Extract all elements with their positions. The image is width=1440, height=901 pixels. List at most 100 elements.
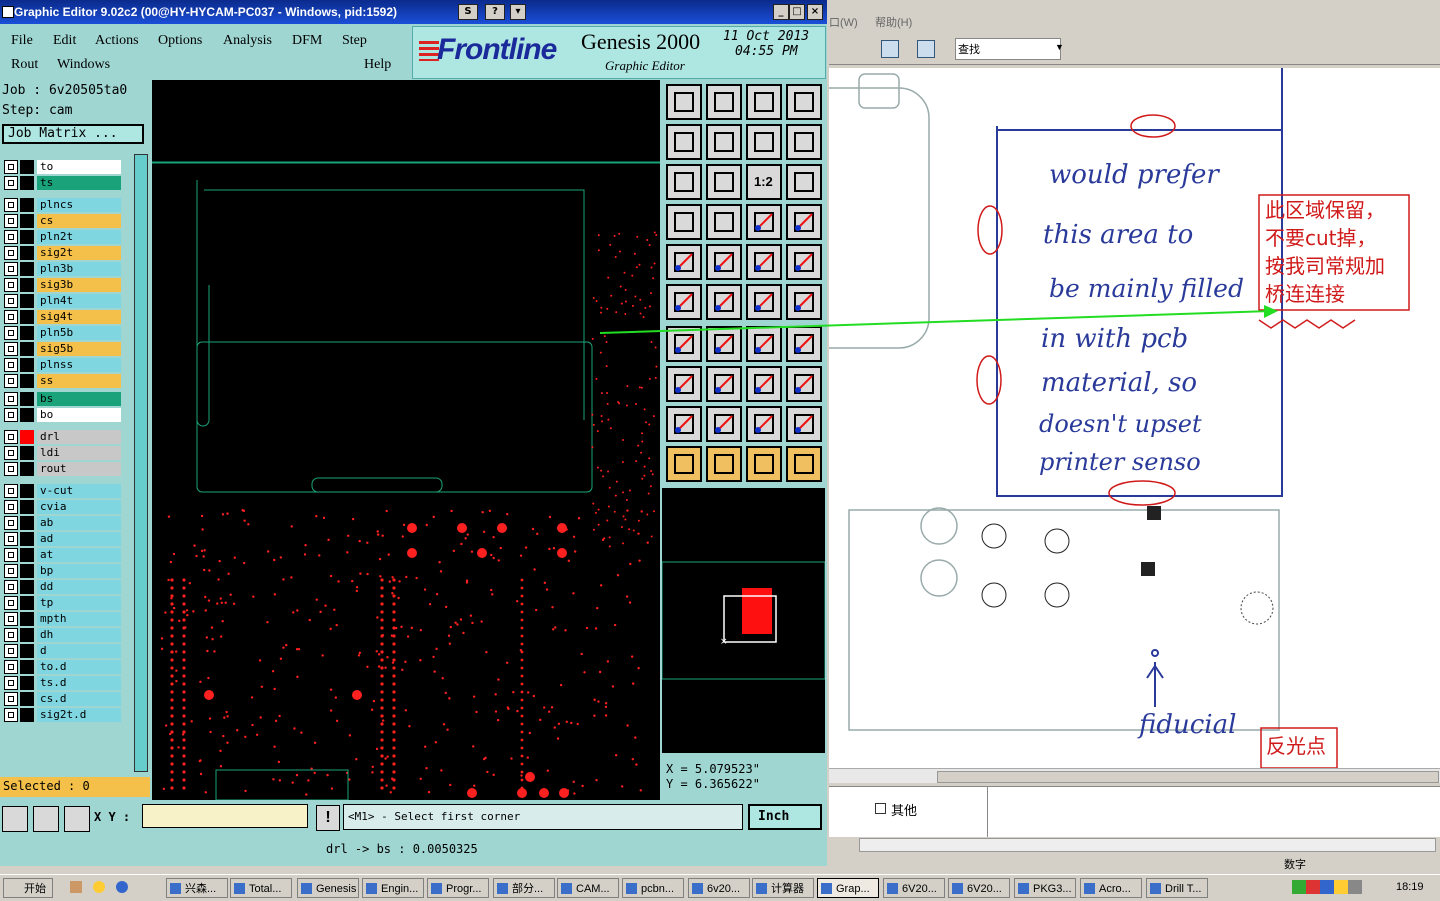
layer-name[interactable]: sig4t <box>37 310 121 324</box>
minimize-button[interactable]: _ <box>773 4 789 20</box>
layer-color-swatch[interactable] <box>20 462 34 476</box>
layer-checkbox[interactable] <box>4 484 18 498</box>
layer-color-swatch[interactable] <box>20 176 34 190</box>
text-f-icon[interactable] <box>786 326 822 362</box>
layer-color-swatch[interactable] <box>20 446 34 460</box>
layer-name[interactable]: ts <box>37 176 121 190</box>
layer-name[interactable]: dd <box>37 580 121 594</box>
layer-checkbox[interactable] <box>4 628 18 642</box>
zoom-tool-icon[interactable] <box>2 806 28 832</box>
layer-name[interactable]: plnss <box>37 358 121 372</box>
layer-checkbox[interactable] <box>4 176 18 190</box>
menu-help-cn[interactable]: 帮助(H) <box>875 14 912 30</box>
layer-name[interactable]: ad <box>37 532 121 546</box>
mirror-icon[interactable] <box>746 124 782 160</box>
layer-color-swatch[interactable] <box>20 392 34 406</box>
move-point-icon[interactable] <box>786 284 822 320</box>
taskbar-item[interactable]: PKG3... <box>1014 878 1076 898</box>
layer-color-swatch[interactable] <box>20 326 34 340</box>
layer-row-bp[interactable]: bp <box>2 564 121 578</box>
layer-row-ldi[interactable]: ldi <box>2 446 121 460</box>
trace-icon[interactable] <box>706 366 742 402</box>
select-net-icon[interactable] <box>786 446 822 482</box>
layer-color-swatch[interactable] <box>20 596 34 610</box>
layer-checkbox[interactable] <box>4 532 18 546</box>
taskbar-item[interactable]: 6v20... <box>688 878 750 898</box>
layer-name[interactable]: bo <box>37 408 121 422</box>
maximize-button[interactable]: □ <box>789 4 805 20</box>
close-button[interactable]: × <box>807 4 823 20</box>
layer-name[interactable]: cs <box>37 214 121 228</box>
taskbar-item[interactable]: Progr... <box>427 878 489 898</box>
layer-name[interactable]: pln5b <box>37 326 121 340</box>
layer-row-sig3b[interactable]: sig3b <box>2 278 121 292</box>
connect-icon[interactable] <box>666 284 702 320</box>
layer-name[interactable]: pln4t <box>37 294 121 308</box>
layer-color-swatch[interactable] <box>20 408 34 422</box>
home-icon[interactable] <box>746 84 782 120</box>
layer-checkbox[interactable] <box>4 644 18 658</box>
layer-color-swatch[interactable] <box>20 484 34 498</box>
layer-stack-icon[interactable] <box>746 204 782 240</box>
arc-mid-icon[interactable] <box>706 406 742 442</box>
taskbar-item[interactable]: Drill T... <box>1146 878 1208 898</box>
menu-options[interactable]: Options <box>158 33 202 49</box>
select-lasso-icon[interactable] <box>746 446 782 482</box>
layer-color-swatch[interactable] <box>20 500 34 514</box>
rotate-icon[interactable] <box>746 326 782 362</box>
job-matrix-button[interactable]: Job Matrix ... <box>2 124 144 144</box>
save-icon[interactable] <box>881 40 899 58</box>
layer-name[interactable]: ab <box>37 516 121 530</box>
taskbar-item[interactable]: 6V20... <box>948 878 1010 898</box>
layer-checkbox[interactable] <box>4 500 18 514</box>
layer-checkbox[interactable] <box>4 462 18 476</box>
menu-analysis[interactable]: Analysis <box>223 33 272 49</box>
shape-edit-icon[interactable] <box>706 244 742 280</box>
warning-icon[interactable]: ! <box>316 805 340 831</box>
layer-checkbox[interactable] <box>4 408 18 422</box>
layer-row-at[interactable]: at <box>2 548 121 562</box>
open-step-icon[interactable] <box>666 84 702 120</box>
start-button[interactable]: 开始 <box>3 878 53 898</box>
layer-color-swatch[interactable] <box>20 230 34 244</box>
layer-name[interactable]: bs <box>37 392 121 406</box>
layer-checkbox[interactable] <box>4 708 18 722</box>
layer-name[interactable]: tp <box>37 596 121 610</box>
layer-checkbox[interactable] <box>4 262 18 276</box>
dropdown-icon[interactable]: ▾ <box>510 4 526 20</box>
layer-color-swatch[interactable] <box>20 342 34 356</box>
layer-checkbox[interactable] <box>4 230 18 244</box>
layer-checkbox[interactable] <box>4 160 18 174</box>
snap-left-icon[interactable] <box>666 124 702 160</box>
layer-name[interactable]: drl <box>37 430 121 444</box>
taskbar-item[interactable]: 兴森... <box>166 878 228 898</box>
layer-name[interactable]: pln3b <box>37 262 121 276</box>
overview-map[interactable]: × <box>661 488 826 753</box>
layer-color-swatch[interactable] <box>20 246 34 260</box>
fit-page-icon[interactable] <box>917 40 935 58</box>
snap-right-icon[interactable] <box>706 124 742 160</box>
select-box-icon[interactable] <box>706 446 742 482</box>
layer-color-swatch[interactable] <box>20 564 34 578</box>
layer-name[interactable]: at <box>37 548 121 562</box>
layer-row-d[interactable]: d <box>2 644 121 658</box>
layer-name[interactable]: dh <box>37 628 121 642</box>
taskbar-item[interactable]: Engin... <box>362 878 424 898</box>
flip-icon[interactable] <box>786 124 822 160</box>
layer-row-to-d[interactable]: to.d <box>2 660 121 674</box>
layer-checkbox[interactable] <box>4 198 18 212</box>
ruler-icon[interactable] <box>746 244 782 280</box>
layer-color-swatch[interactable] <box>20 708 34 722</box>
menu-step[interactable]: Step <box>342 33 367 49</box>
menu-edit[interactable]: Edit <box>53 33 76 49</box>
taskbar-item[interactable]: 部分... <box>493 878 555 898</box>
arc-low-icon[interactable] <box>666 406 702 442</box>
menu-windows[interactable]: Windows <box>57 57 110 73</box>
layer-row-sig4t[interactable]: sig4t <box>2 310 121 324</box>
layer-color-swatch[interactable] <box>20 532 34 546</box>
layer-checkbox[interactable] <box>4 612 18 626</box>
layer-checkbox[interactable] <box>4 676 18 690</box>
layer-name[interactable]: pln2t <box>37 230 121 244</box>
search-input[interactable] <box>955 38 1061 60</box>
layer-checkbox[interactable] <box>4 692 18 706</box>
